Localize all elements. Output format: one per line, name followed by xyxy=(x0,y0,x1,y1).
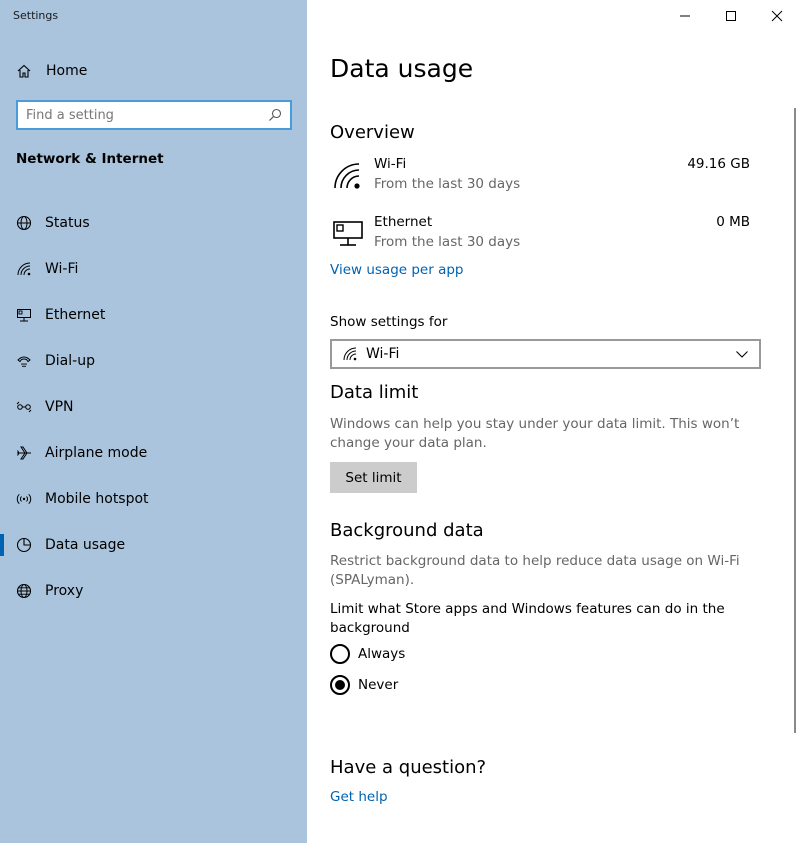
radio-circle[interactable] xyxy=(330,675,350,695)
close-button[interactable] xyxy=(754,0,800,32)
background-data-description: Restrict background data to help reduce … xyxy=(330,553,740,588)
page-title: Data usage xyxy=(330,54,474,83)
usage-name: Ethernet xyxy=(374,214,433,230)
window-controls xyxy=(662,0,800,32)
usage-period: From the last 30 days xyxy=(374,234,521,250)
usage-name: Wi-Fi xyxy=(374,156,407,172)
wifi-icon xyxy=(16,261,32,277)
sidebar-item-label: Status xyxy=(45,215,90,231)
maximize-icon xyxy=(726,11,736,21)
sidebar-item-label: Ethernet xyxy=(45,307,106,323)
home-label: Home xyxy=(46,63,88,79)
dialup-icon xyxy=(16,353,32,369)
scrollbar[interactable] xyxy=(794,108,796,733)
globe-status-icon xyxy=(16,215,32,231)
home-button[interactable]: Home xyxy=(16,60,87,82)
question-heading: Have a question? xyxy=(330,757,487,778)
sidebar: Settings Home Network & Internet Status … xyxy=(0,0,307,843)
usage-row-ethernet: Ethernet From the last 30 days 0 MB xyxy=(330,214,750,254)
network-select-value: Wi-Fi xyxy=(366,346,400,362)
overview-heading: Overview xyxy=(330,122,415,143)
get-help-link[interactable]: Get help xyxy=(330,789,388,805)
sidebar-item-dialup[interactable]: Dial-up xyxy=(0,338,307,384)
radio-selected-dot xyxy=(335,680,345,690)
chevron-down-icon xyxy=(735,347,749,361)
radio-label: Always xyxy=(358,646,406,662)
sidebar-item-proxy[interactable]: Proxy xyxy=(0,568,307,614)
radio-circle[interactable] xyxy=(330,644,350,664)
sidebar-item-wifi[interactable]: Wi-Fi xyxy=(0,246,307,292)
minimize-button[interactable] xyxy=(662,0,708,32)
sidebar-item-label: Wi-Fi xyxy=(45,261,79,277)
hotspot-icon xyxy=(16,491,32,507)
sidebar-item-ethernet[interactable]: Ethernet xyxy=(0,292,307,338)
sidebar-item-hotspot[interactable]: Mobile hotspot xyxy=(0,476,307,522)
wifi-icon xyxy=(332,160,364,190)
data-usage-icon xyxy=(16,537,32,553)
sidebar-item-label: VPN xyxy=(45,399,74,415)
minimize-icon xyxy=(680,15,690,17)
sidebar-item-airplane[interactable]: Airplane mode xyxy=(0,430,307,476)
section-title: Network & Internet xyxy=(16,151,164,167)
show-settings-label: Show settings for xyxy=(330,314,448,330)
limit-apps-label: Limit what Store apps and Windows featur… xyxy=(330,601,725,636)
data-limit-description: Windows can help you stay under your dat… xyxy=(330,416,740,451)
set-limit-button[interactable]: Set limit xyxy=(330,462,417,493)
search-input[interactable] xyxy=(26,107,268,123)
usage-period: From the last 30 days xyxy=(374,176,521,192)
search-box[interactable] xyxy=(16,100,292,130)
background-data-heading: Background data xyxy=(330,520,484,541)
network-select[interactable]: Wi-Fi xyxy=(330,339,761,369)
sidebar-nav: Status Wi-Fi Ethernet Dial-up VPN Airpla… xyxy=(0,200,307,614)
wifi-icon xyxy=(342,346,358,362)
ethernet-icon xyxy=(16,307,32,323)
globe-icon xyxy=(16,583,32,599)
sidebar-item-label: Airplane mode xyxy=(45,445,148,461)
vpn-icon xyxy=(16,399,32,415)
sidebar-item-label: Dial-up xyxy=(45,353,95,369)
radio-always[interactable]: Always xyxy=(330,643,405,665)
search-icon[interactable] xyxy=(268,108,282,122)
ethernet-icon xyxy=(332,218,364,248)
data-limit-heading: Data limit xyxy=(330,382,419,403)
usage-amount: 0 MB xyxy=(716,214,750,230)
sidebar-item-label: Data usage xyxy=(45,537,126,553)
home-icon xyxy=(16,63,32,79)
sidebar-item-vpn[interactable]: VPN xyxy=(0,384,307,430)
sidebar-item-data-usage[interactable]: Data usage xyxy=(0,522,307,568)
radio-never[interactable]: Never xyxy=(330,674,398,696)
view-usage-per-app-link[interactable]: View usage per app xyxy=(330,262,463,278)
maximize-button[interactable] xyxy=(708,0,754,32)
usage-amount: 49.16 GB xyxy=(687,156,750,172)
usage-row-wifi: Wi-Fi From the last 30 days 49.16 GB xyxy=(330,156,750,196)
airplane-icon xyxy=(16,445,32,461)
app-title: Settings xyxy=(13,9,59,22)
radio-label: Never xyxy=(358,677,399,693)
sidebar-item-label: Proxy xyxy=(45,583,84,599)
sidebar-item-label: Mobile hotspot xyxy=(45,491,149,507)
close-icon xyxy=(771,10,783,22)
sidebar-item-status[interactable]: Status xyxy=(0,200,307,246)
